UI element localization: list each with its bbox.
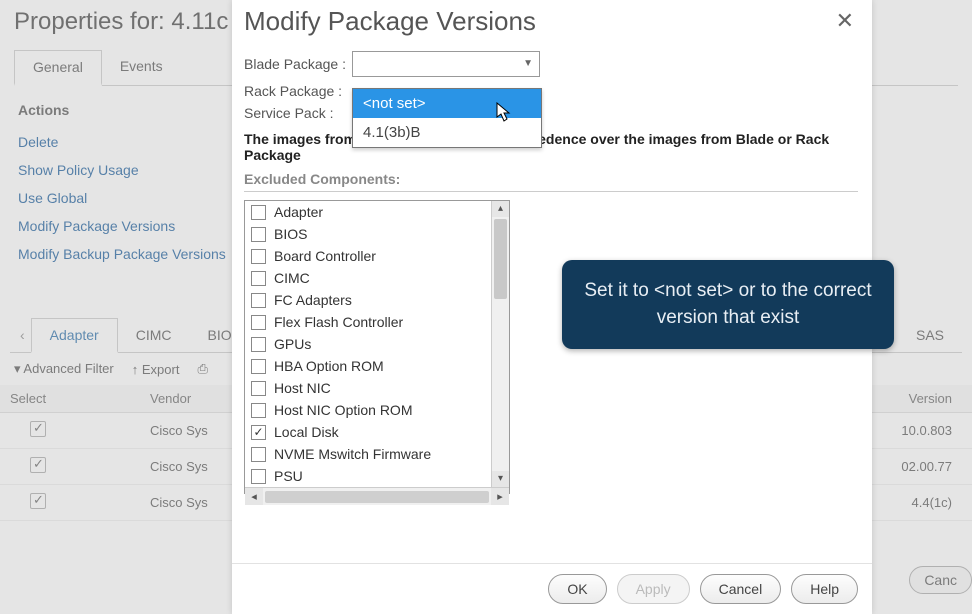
bg-cancel-button[interactable]: Canc [909, 566, 972, 594]
excluded-item-label: HBA Option ROM [274, 358, 384, 374]
scroll-right-icon[interactable]: ▸ [491, 488, 509, 505]
excluded-item[interactable]: PSU [245, 465, 491, 487]
excluded-checkbox[interactable] [251, 315, 266, 330]
excluded-checkbox[interactable] [251, 469, 266, 484]
scroll-thumb[interactable] [494, 219, 507, 299]
col-version: Version [862, 385, 972, 413]
excluded-item-label: GPUs [274, 336, 311, 352]
export-icon: ↑ [132, 362, 142, 377]
excluded-components-label: Excluded Components: [244, 171, 858, 187]
scroll-up-icon[interactable]: ▴ [492, 201, 509, 217]
excluded-item-label: Adapter [274, 204, 323, 220]
excluded-checkbox[interactable] [251, 249, 266, 264]
print-icon[interactable]: ⎙ [197, 361, 207, 377]
cancel-button[interactable]: Cancel [700, 574, 782, 604]
excluded-item-label: NVME Mswitch Firmware [274, 446, 431, 462]
dropdown-option-version[interactable]: 4.1(3b)B [353, 118, 541, 147]
tab-cimc[interactable]: CIMC [118, 319, 190, 351]
excluded-checkbox[interactable] [251, 447, 266, 462]
tab-adapter[interactable]: Adapter [31, 318, 118, 353]
instruction-callout: Set it to <not set> or to the correct ve… [562, 260, 894, 349]
excluded-checkbox[interactable] [251, 227, 266, 242]
excluded-item[interactable]: Flex Flash Controller [245, 311, 491, 333]
dialog-title: Modify Package Versions [244, 6, 536, 37]
excluded-item[interactable]: CIMC [245, 267, 491, 289]
excluded-checkbox[interactable] [251, 337, 266, 352]
list-horizontal-scrollbar[interactable]: ◂ ▸ [245, 487, 509, 505]
filter-icon: ▾ [14, 361, 23, 376]
excluded-item[interactable]: Host NIC Option ROM [245, 399, 491, 421]
ok-button[interactable]: OK [548, 574, 606, 604]
export-button[interactable]: ↑ Export [132, 362, 180, 377]
list-vertical-scrollbar[interactable]: ▴ ▾ [491, 201, 509, 487]
excluded-checkbox[interactable] [251, 293, 266, 308]
excluded-checkbox[interactable] [251, 205, 266, 220]
excluded-item-label: Board Controller [274, 248, 376, 264]
excluded-item-label: Host NIC [274, 380, 331, 396]
apply-button[interactable]: Apply [617, 574, 690, 604]
tab-sas[interactable]: SAS [898, 319, 962, 351]
excluded-item[interactable]: FC Adapters [245, 289, 491, 311]
excluded-item[interactable]: ✓ Local Disk [245, 421, 491, 443]
row-checkbox[interactable] [30, 421, 46, 437]
excluded-item[interactable]: BIOS [245, 223, 491, 245]
tab-scroll-left-icon[interactable]: ‹ [14, 321, 31, 349]
excluded-item[interactable]: HBA Option ROM [245, 355, 491, 377]
excluded-item-label: Host NIC Option ROM [274, 402, 412, 418]
excluded-item[interactable]: GPUs [245, 333, 491, 355]
bg-cancel-area: Canc [909, 566, 972, 594]
excluded-item[interactable]: Board Controller [245, 245, 491, 267]
close-icon[interactable]: ✕ [832, 6, 858, 36]
excluded-item-label: BIOS [274, 226, 307, 242]
chevron-down-icon: ▼ [523, 58, 533, 69]
blade-package-label: Blade Package : [244, 56, 352, 72]
precedence-note: The images from Service Pack will take p… [244, 131, 858, 163]
row-checkbox[interactable] [30, 457, 46, 473]
excluded-item[interactable]: Adapter [245, 201, 491, 223]
divider [244, 191, 858, 192]
excluded-checkbox[interactable]: ✓ [251, 425, 266, 440]
tab-events[interactable]: Events [102, 50, 181, 85]
excluded-checkbox[interactable] [251, 359, 266, 374]
col-select: Select [0, 385, 140, 413]
scroll-thumb[interactable] [265, 491, 489, 503]
help-button[interactable]: Help [791, 574, 858, 604]
dropdown-option-not-set[interactable]: <not set> [353, 89, 541, 118]
excluded-item-label: Local Disk [274, 424, 339, 440]
excluded-components-list[interactable]: Adapter BIOS Board Controller CIMC FC Adapte… [244, 200, 510, 494]
excluded-item[interactable]: NVME Mswitch Firmware [245, 443, 491, 465]
excluded-item-label: Flex Flash Controller [274, 314, 403, 330]
rack-package-label: Rack Package : [244, 83, 352, 99]
scroll-left-icon[interactable]: ◂ [245, 488, 263, 505]
tab-general[interactable]: General [14, 50, 102, 86]
excluded-item-label: FC Adapters [274, 292, 352, 308]
excluded-checkbox[interactable] [251, 381, 266, 396]
blade-package-select[interactable]: ▼ [352, 51, 540, 77]
excluded-item[interactable]: Host NIC [245, 377, 491, 399]
blade-package-dropdown[interactable]: <not set> 4.1(3b)B [352, 88, 542, 148]
advanced-filter-button[interactable]: ▾ Advanced Filter [14, 361, 114, 377]
excluded-item-label: PSU [274, 468, 303, 484]
scroll-down-icon[interactable]: ▾ [492, 471, 509, 487]
excluded-item-label: CIMC [274, 270, 310, 286]
row-checkbox[interactable] [30, 493, 46, 509]
excluded-checkbox[interactable] [251, 403, 266, 418]
service-pack-label: Service Pack : [244, 105, 352, 121]
excluded-checkbox[interactable] [251, 271, 266, 286]
dialog-footer: OK Apply Cancel Help [232, 563, 872, 614]
